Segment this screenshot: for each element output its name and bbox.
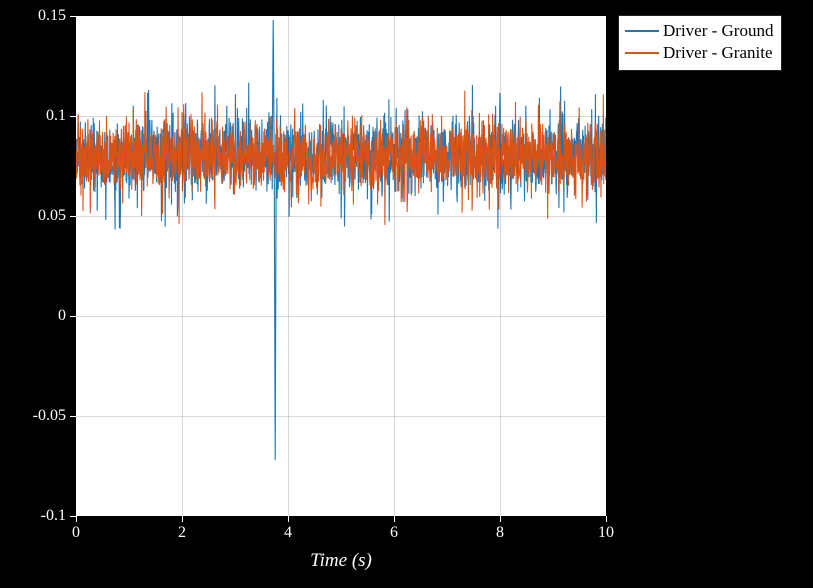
legend-label-1: Driver - Ground	[663, 20, 773, 42]
legend: Driver - Ground Driver - Granite	[618, 15, 782, 71]
y-tick-label: -0.05	[33, 407, 66, 425]
legend-item-2: Driver - Granite	[625, 42, 773, 64]
series-driver-ground	[76, 20, 606, 460]
y-tick-label: 0	[58, 307, 66, 325]
x-tick-label: 10	[598, 524, 614, 542]
legend-label-2: Driver - Granite	[663, 42, 773, 64]
plot-area: Time (s) Output(V) 0246810-0.1-0.0500.05…	[75, 15, 607, 517]
x-tick-label: 8	[496, 524, 504, 542]
y-tick-label: -0.1	[41, 507, 66, 525]
legend-swatch-1	[625, 30, 659, 32]
x-tick-label: 0	[72, 524, 80, 542]
legend-item-1: Driver - Ground	[625, 20, 773, 42]
chart-traces	[76, 16, 606, 516]
x-tick-label: 4	[284, 524, 292, 542]
y-tick-label: 0.05	[38, 207, 66, 225]
x-axis-label: Time (s)	[310, 550, 372, 572]
legend-swatch-2	[625, 52, 659, 54]
y-tick-label: 0.1	[46, 107, 66, 125]
x-tick-label: 6	[390, 524, 398, 542]
y-tick-label: 0.15	[38, 7, 66, 25]
x-tick-label: 2	[178, 524, 186, 542]
